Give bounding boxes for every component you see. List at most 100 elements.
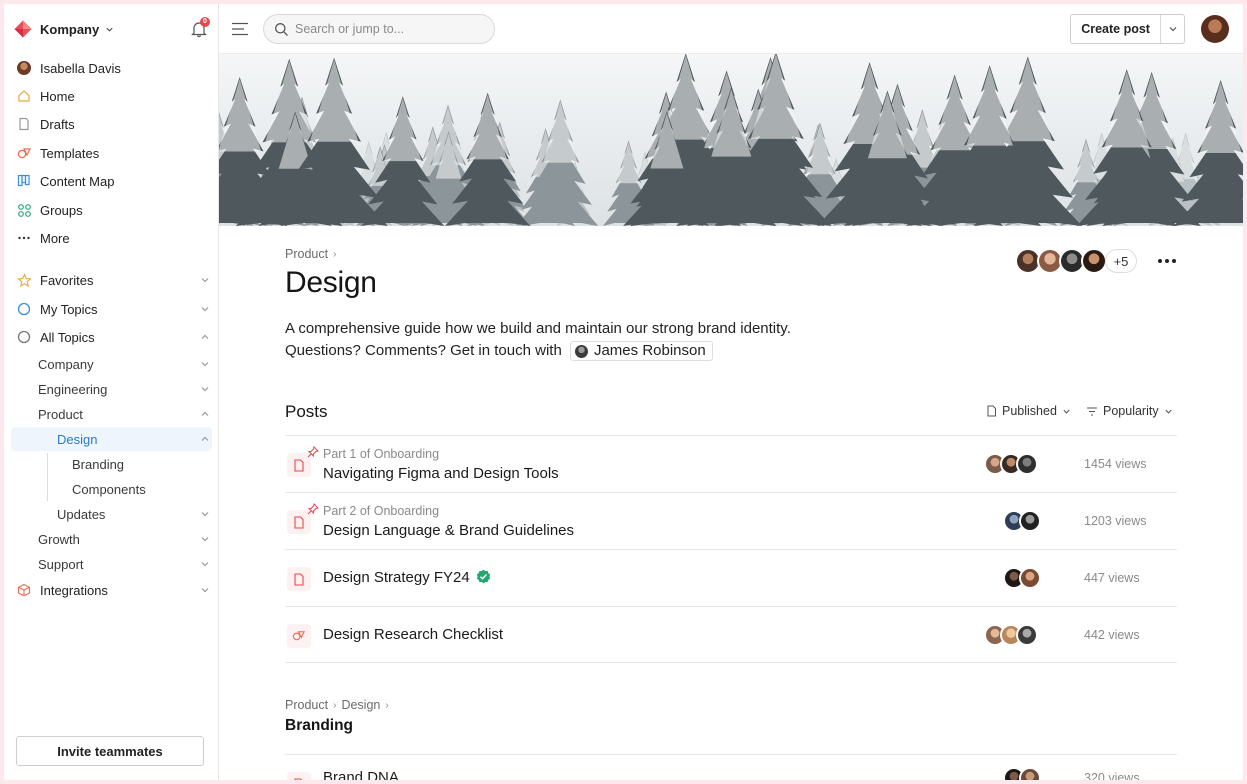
author-avatar (1016, 453, 1038, 475)
view-count: 442 views (1084, 628, 1140, 642)
chevron-down-icon (201, 387, 209, 392)
search-box[interactable] (263, 14, 495, 44)
chevron-up-icon (201, 411, 209, 416)
sidebar-item-favorites[interactable]: Favorites (16, 268, 212, 292)
member-avatar (1081, 248, 1107, 274)
notification-badge: 0 (200, 17, 210, 27)
topic-label: Branding (72, 456, 125, 472)
content-map-icon (16, 173, 32, 189)
chevron-down-icon (201, 307, 209, 312)
chevron-down-icon (201, 278, 209, 283)
sidebar-item-label: Integrations (40, 582, 108, 598)
description-line: Questions? Comments? Get in touch with J… (285, 340, 791, 362)
sort-filter[interactable]: Popularity (1086, 404, 1178, 418)
more-horizontal-icon (1158, 259, 1176, 263)
create-post-split-button: Create post (1070, 14, 1185, 44)
post-row[interactable]: Brand DNA 320 views (285, 754, 1177, 780)
user-mention-chip[interactable]: James Robinson (569, 341, 713, 362)
sidebar-item-label: Drafts (40, 116, 75, 132)
tree-guide-line (47, 453, 48, 501)
breadcrumb: Product › Design › (285, 698, 394, 712)
workspace-logo-icon (14, 20, 32, 38)
sidebar-topic-updates[interactable]: Updates (57, 502, 212, 526)
sidebar-item-home[interactable]: Home (16, 84, 212, 108)
breadcrumb: Product › (285, 247, 341, 261)
post-row[interactable]: Part 1 of Onboarding Navigating Figma an… (285, 435, 1177, 492)
sidebar-item-label: Templates (40, 145, 100, 161)
sidebar-topic-branding[interactable]: Branding (72, 452, 212, 476)
workspace-switcher[interactable]: Kompany (14, 17, 114, 41)
verified-badge-icon (476, 569, 490, 584)
topic-members[interactable]: +5 (1015, 248, 1137, 274)
sidebar-item-templates[interactable]: Templates (16, 141, 212, 165)
workspace-name: Kompany (40, 21, 100, 37)
invite-teammates-button[interactable]: Invite teammates (16, 736, 204, 766)
topic-description: A comprehensive guide how we build and m… (285, 318, 791, 362)
home-icon (16, 88, 32, 104)
filter-label: Popularity (1103, 404, 1159, 418)
sidebar-item-label: My Topics (40, 301, 98, 317)
sidebar-item-label: More (40, 230, 70, 246)
author-avatar (1019, 767, 1041, 780)
chevron-right-icon: › (385, 699, 389, 711)
sidebar-item-my-topics[interactable]: My Topics (16, 297, 212, 321)
chevron-down-icon (1063, 409, 1070, 414)
search-input[interactable] (295, 22, 475, 36)
hamburger-menu-icon[interactable] (231, 20, 249, 38)
description-line: A comprehensive guide how we build and m… (285, 320, 791, 337)
post-row[interactable]: Design Research Checklist 442 views (285, 606, 1177, 663)
document-icon (987, 405, 996, 417)
drafts-icon (16, 116, 32, 132)
sidebar-topic-company[interactable]: Company (38, 352, 212, 376)
post-title-wrap: Design Strategy FY24 (323, 569, 491, 586)
post-title: Brand DNA (323, 769, 399, 780)
view-count: 320 views (1084, 771, 1140, 780)
create-post-button[interactable]: Create post (1071, 15, 1160, 43)
sidebar-item-groups[interactable]: Groups (16, 198, 212, 222)
posts-heading: Posts (285, 402, 328, 421)
breadcrumb-link[interactable]: Design (341, 698, 380, 712)
circle-icon (16, 329, 32, 345)
filter-label: Published (1002, 404, 1057, 418)
templates-icon (16, 145, 32, 161)
post-row[interactable]: Design Strategy FY24 447 views (285, 549, 1177, 606)
sidebar-topic-design[interactable]: Design (57, 427, 212, 451)
sidebar-item-drafts[interactable]: Drafts (16, 112, 212, 136)
description-text: Questions? Comments? Get in touch with (285, 342, 562, 359)
page-title: Design (285, 266, 377, 299)
create-post-dropdown-button[interactable] (1161, 15, 1184, 43)
sidebar-topic-engineering[interactable]: Engineering (38, 377, 212, 401)
topic-label: Support (38, 556, 84, 572)
pin-icon (307, 503, 319, 515)
current-user-avatar[interactable] (1201, 15, 1229, 43)
sidebar-item-more[interactable]: More (16, 226, 212, 250)
author-avatar (1019, 567, 1041, 589)
post-series: Part 2 of Onboarding (323, 504, 440, 518)
circle-icon (16, 301, 32, 317)
topic-label: Company (38, 356, 94, 372)
sidebar-item-all-topics[interactable]: All Topics (16, 325, 212, 349)
breadcrumb-link[interactable]: Product (285, 698, 328, 712)
sidebar-topic-product[interactable]: Product (38, 402, 212, 426)
status-filter[interactable]: Published (986, 404, 1076, 418)
sidebar-item-label: Home (40, 88, 75, 104)
author-avatar (1019, 510, 1041, 532)
mention-name: James Robinson (593, 342, 706, 360)
checklist-icon (287, 624, 311, 648)
sidebar-item-profile[interactable]: Isabella Davis (16, 56, 212, 80)
sidebar-item-content-map[interactable]: Content Map (16, 169, 212, 193)
document-icon (287, 772, 311, 780)
post-row[interactable]: Part 2 of Onboarding Design Language & B… (285, 492, 1177, 549)
chevron-down-icon (201, 562, 209, 567)
chevron-down-icon (201, 588, 209, 593)
groups-icon (16, 202, 32, 218)
sidebar-item-integrations[interactable]: Integrations (16, 578, 212, 602)
sidebar-topic-growth[interactable]: Growth (38, 527, 212, 551)
star-icon (16, 272, 32, 288)
topic-label: Engineering (38, 381, 108, 397)
breadcrumb-link[interactable]: Product (285, 247, 328, 261)
sidebar-topic-components[interactable]: Components (72, 477, 212, 501)
post-authors (1003, 567, 1041, 589)
more-options-button[interactable] (1155, 251, 1179, 271)
sidebar-topic-support[interactable]: Support (38, 552, 212, 576)
